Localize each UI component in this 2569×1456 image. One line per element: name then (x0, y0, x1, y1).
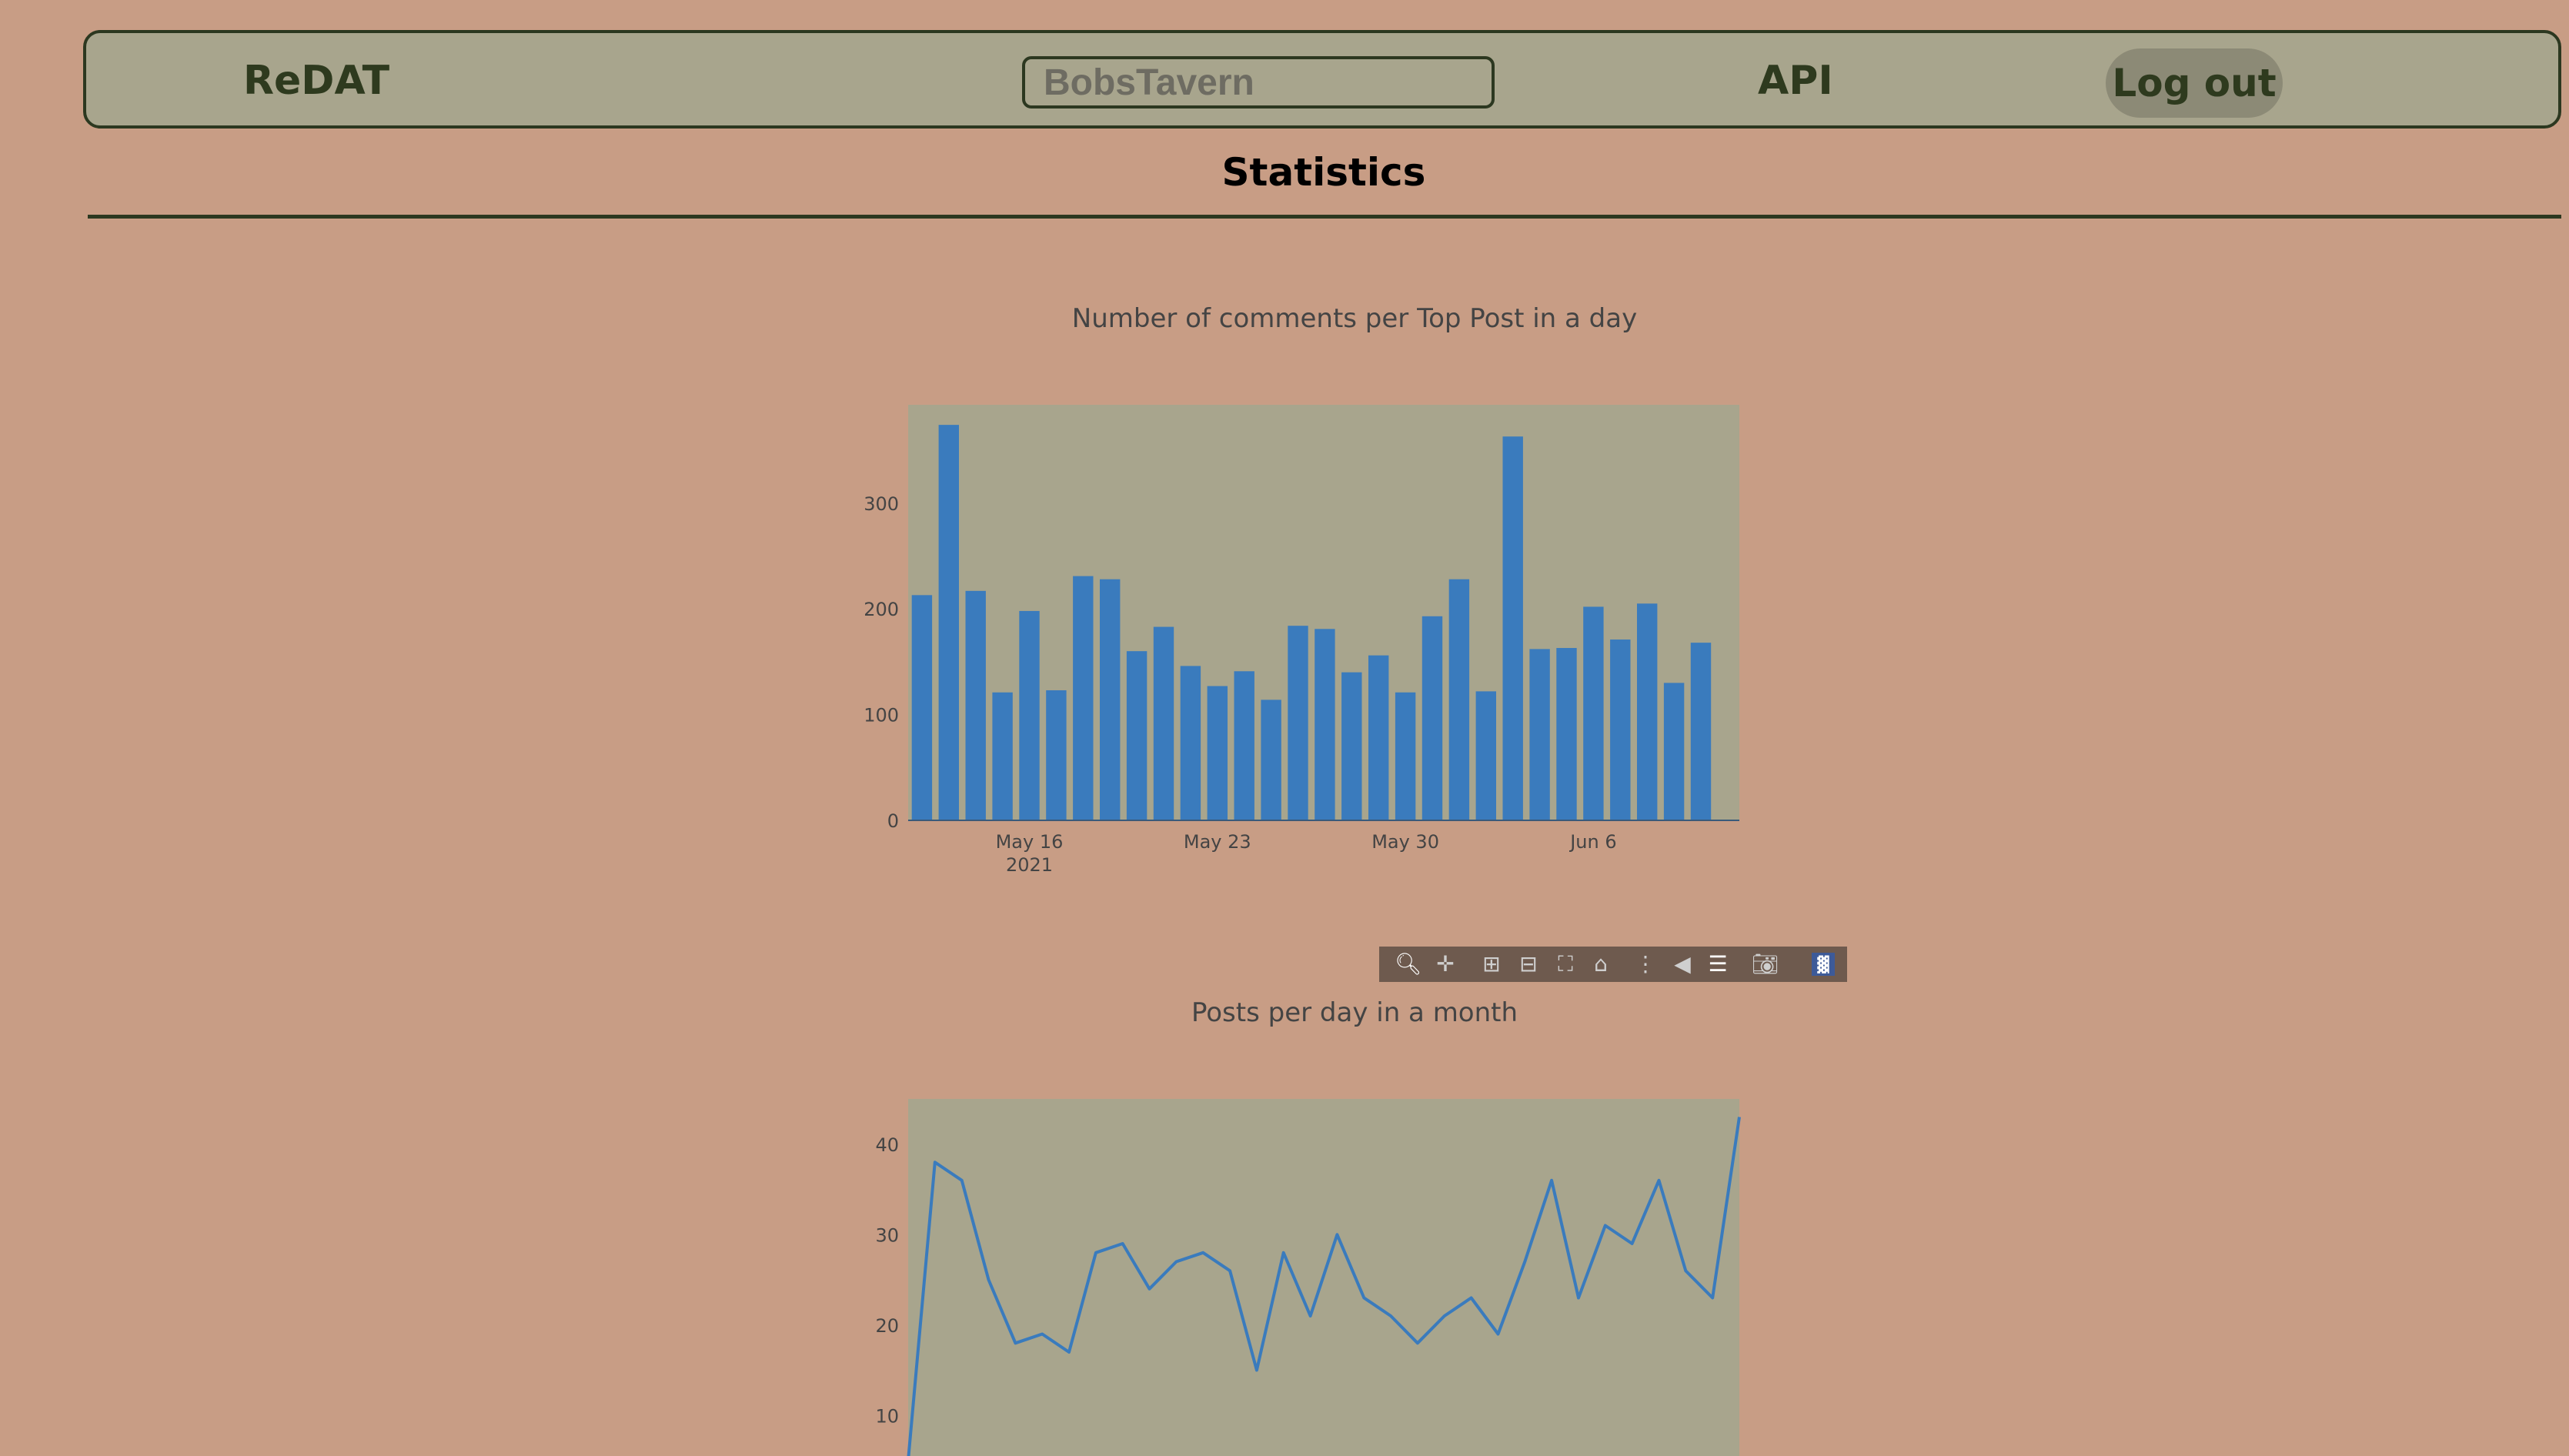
bar[interactable] (1126, 651, 1148, 820)
bar[interactable] (1341, 672, 1362, 820)
bar[interactable] (965, 590, 986, 820)
zoom-icon[interactable]: 🔍︎ (1395, 952, 1422, 977)
bar[interactable] (911, 595, 933, 820)
bar[interactable] (1663, 683, 1685, 820)
bar[interactable] (1180, 666, 1201, 820)
bar[interactable] (1100, 579, 1121, 820)
posts-chart: Posts per day in a month 10 20 30 40 (831, 985, 1878, 1456)
y-tick-label: 200 (864, 599, 899, 620)
pan-icon[interactable]: ✛ (1433, 952, 1458, 977)
spike-lines-icon[interactable]: ⋮ (1633, 952, 1658, 977)
chart-modebar: 🔍︎ ✛ ⊞ ⊟ ⛶ ⌂ ⋮ ◀ ☰ 📷︎ ▓ (1379, 947, 1847, 982)
bar[interactable] (1583, 606, 1604, 820)
bar[interactable] (1368, 655, 1389, 820)
bar[interactable] (1610, 640, 1631, 820)
x-tick-label: May 16 (996, 831, 1064, 853)
reset-axes-icon[interactable]: ⌂ (1589, 952, 1613, 977)
y-tick-label: 10 (875, 1405, 899, 1427)
api-link[interactable]: API (1758, 56, 1833, 105)
x-tick-year-label: 2021 (1006, 854, 1053, 876)
bar[interactable] (1637, 603, 1658, 820)
autoscale-icon[interactable]: ⛶ (1553, 952, 1578, 977)
y-tick-label: 40 (875, 1134, 899, 1156)
y-tick-label: 300 (864, 493, 899, 515)
bar[interactable] (1261, 700, 1281, 820)
brand-logo[interactable]: ReDAT (243, 56, 389, 105)
y-tick-label: 30 (875, 1224, 899, 1246)
bar[interactable] (1448, 579, 1470, 820)
x-tick-label: May 30 (1371, 831, 1439, 853)
page-title: Statistics (1221, 150, 1426, 195)
subreddit-search-input[interactable] (1022, 56, 1495, 109)
bar[interactable] (1234, 671, 1254, 820)
y-tick-label: 20 (875, 1315, 899, 1337)
bar[interactable] (1207, 686, 1228, 820)
y-tick-label: 0 (887, 810, 899, 832)
hover-compare-icon[interactable]: ☰ (1705, 952, 1730, 977)
bar[interactable] (1153, 626, 1174, 820)
bar[interactable] (1556, 648, 1577, 820)
camera-icon[interactable]: 📷︎ (1752, 952, 1779, 977)
comments-bar-chart[interactable]: 0 100 200 300 May 162021 May 23 May 30 Jun 6 (831, 292, 1878, 893)
bar[interactable] (1529, 649, 1550, 820)
bar[interactable] (992, 692, 1013, 820)
bar[interactable] (1421, 616, 1443, 820)
bar[interactable] (938, 425, 959, 820)
posts-line-chart[interactable]: 10 20 30 40 (831, 985, 1878, 1456)
zoom-in-icon[interactable]: ⊞ (1479, 952, 1504, 977)
x-tick-label: Jun 6 (1568, 831, 1616, 853)
top-navbar: ReDAT API Log out (83, 30, 2561, 129)
bar[interactable] (1073, 576, 1094, 820)
header-divider (88, 215, 2561, 219)
bar[interactable] (1288, 626, 1308, 820)
x-tick-label: May 23 (1184, 831, 1251, 853)
y-tick-label: 100 (864, 705, 899, 726)
hover-closest-icon[interactable]: ◀ (1670, 952, 1695, 977)
bar[interactable] (1502, 436, 1523, 820)
logout-button[interactable]: Log out (2106, 48, 2283, 118)
bar[interactable] (1395, 692, 1416, 820)
comments-chart: Number of comments per Top Post in a day… (831, 292, 1878, 893)
bar[interactable] (1315, 629, 1335, 820)
plotly-logo-icon[interactable]: ▓ (1812, 953, 1835, 976)
bar[interactable] (1019, 610, 1040, 820)
bar[interactable] (1046, 690, 1067, 820)
bar[interactable] (1690, 643, 1712, 820)
zoom-out-icon[interactable]: ⊟ (1516, 952, 1541, 977)
bar[interactable] (1475, 691, 1496, 820)
